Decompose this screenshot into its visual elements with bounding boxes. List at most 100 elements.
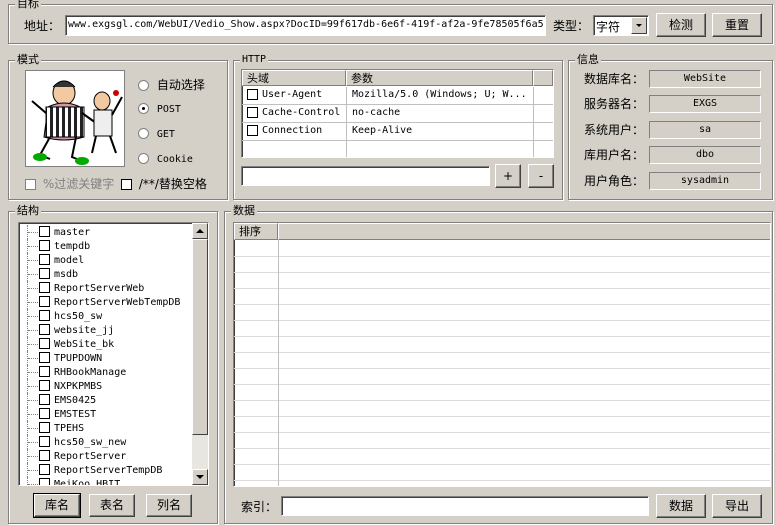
tree-item[interactable]: ReportServerWeb — [19, 281, 191, 295]
data-grid-row[interactable] — [234, 448, 770, 465]
data-grid-row[interactable] — [234, 336, 770, 353]
tree-item-checkbox[interactable] — [39, 296, 50, 307]
scroll-down-arrow-icon[interactable] — [192, 469, 208, 485]
tree-item[interactable]: MeiKoo_HBIT — [19, 477, 191, 485]
radio-post[interactable]: POST — [138, 101, 181, 115]
http-headers-table[interactable]: 头域 参数 User-Agent Mozilla/5.0 (Windows; U… — [241, 69, 554, 158]
filter-keyword-box[interactable] — [25, 179, 36, 190]
http-row-checkbox[interactable] — [247, 125, 258, 136]
scroll-up-arrow-icon[interactable] — [192, 223, 208, 239]
http-row-checkbox[interactable] — [247, 89, 258, 100]
http-row-checkbox[interactable] — [247, 107, 258, 118]
scroll-thumb[interactable] — [192, 239, 208, 435]
http-remove-button[interactable]: - — [528, 164, 554, 188]
radio-get[interactable]: GET — [138, 126, 175, 140]
tree-item[interactable]: master — [19, 225, 191, 239]
table-name-button[interactable]: 表名 — [89, 494, 135, 517]
tree-item[interactable]: tempdb — [19, 239, 191, 253]
tree-item[interactable]: NXPKPMBS — [19, 379, 191, 393]
reset-button[interactable]: 重置 — [712, 13, 762, 37]
db-name-button[interactable]: 库名 — [33, 493, 81, 518]
http-col-param[interactable]: 参数 — [346, 70, 533, 86]
address-input-value: www.exgsgl.com/WebUI/Vedio_Show.aspx?Doc… — [68, 19, 544, 30]
tree-item-checkbox[interactable] — [39, 464, 50, 475]
dropdown-arrow-icon[interactable] — [631, 17, 647, 34]
tree-item-checkbox[interactable] — [39, 352, 50, 363]
index-input[interactable] — [281, 496, 649, 516]
data-grid-row[interactable] — [234, 304, 770, 321]
radio-post-circle[interactable] — [138, 103, 149, 114]
filter-keyword-checkbox[interactable]: %过滤关键字 — [25, 175, 114, 192]
tree-item-checkbox[interactable] — [39, 366, 50, 377]
address-input[interactable]: www.exgsgl.com/WebUI/Vedio_Show.aspx?Doc… — [65, 15, 546, 36]
tree-item-checkbox[interactable] — [39, 268, 50, 279]
tree-item[interactable]: RHBookManage — [19, 365, 191, 379]
tree-item-checkbox[interactable] — [39, 436, 50, 447]
type-select[interactable]: 字符 — [593, 15, 649, 36]
data-grid-row[interactable] — [234, 256, 770, 273]
data-grid-row[interactable] — [234, 352, 770, 369]
tree-connector-h — [28, 400, 38, 401]
http-row[interactable]: Connection Keep-Alive — [242, 123, 553, 141]
tree-item-checkbox[interactable] — [39, 380, 50, 391]
data-grid-row[interactable] — [234, 464, 770, 481]
http-add-button[interactable]: + — [495, 164, 521, 188]
http-new-header-input[interactable] — [241, 166, 490, 186]
tree-item[interactable]: ReportServerWebTempDB — [19, 295, 191, 309]
tree-item[interactable]: EMS0425 — [19, 393, 191, 407]
column-name-button[interactable]: 列名 — [146, 494, 192, 517]
radio-cookie-circle[interactable] — [138, 153, 149, 164]
radio-auto[interactable]: 自动选择 — [138, 76, 205, 93]
http-row-header: User-Agent — [262, 89, 323, 100]
tree-item[interactable]: EMSTEST — [19, 407, 191, 421]
data-grid-row[interactable] — [234, 384, 770, 401]
radio-cookie[interactable]: Cookie — [138, 151, 193, 165]
data-grid-row[interactable] — [234, 416, 770, 433]
tree-item-checkbox[interactable] — [39, 324, 50, 335]
tree-item[interactable]: hcs50_sw_new — [19, 435, 191, 449]
tree-item-checkbox[interactable] — [39, 282, 50, 293]
tree-item[interactable]: hcs50_sw — [19, 309, 191, 323]
replace-space-box[interactable] — [121, 179, 132, 190]
data-grid-row[interactable] — [234, 240, 770, 257]
radio-get-circle[interactable] — [138, 128, 149, 139]
tree-item[interactable]: msdb — [19, 267, 191, 281]
tree-item[interactable]: ReportServerTempDB — [19, 463, 191, 477]
tree-item[interactable]: ReportServer — [19, 449, 191, 463]
structure-scrollbar[interactable] — [192, 223, 208, 485]
tree-item-checkbox[interactable] — [39, 394, 50, 405]
tree-item-checkbox[interactable] — [39, 310, 50, 321]
tree-item-checkbox[interactable] — [39, 254, 50, 265]
data-grid-row[interactable] — [234, 272, 770, 289]
data-button[interactable]: 数据 — [656, 494, 706, 518]
data-grid[interactable]: 排序 — [233, 222, 771, 487]
tree-item[interactable]: TPEHS — [19, 421, 191, 435]
tree-item[interactable]: website_jj — [19, 323, 191, 337]
http-row[interactable]: Cache-Control no-cache — [242, 105, 553, 123]
replace-space-label: /**/替换空格 — [138, 177, 207, 191]
tree-item-checkbox[interactable] — [39, 422, 50, 433]
tree-item[interactable]: model — [19, 253, 191, 267]
tree-item-checkbox[interactable] — [39, 478, 50, 485]
tree-item[interactable]: WebSite_bk — [19, 337, 191, 351]
replace-space-checkbox[interactable]: /**/替换空格 — [121, 175, 207, 192]
data-grid-row[interactable] — [234, 432, 770, 449]
tree-item-checkbox[interactable] — [39, 240, 50, 251]
tree-item-checkbox[interactable] — [39, 338, 50, 349]
data-grid-row[interactable] — [234, 288, 770, 305]
structure-tree[interactable]: master tempdb model msdb ReportServerWeb Repo… — [18, 222, 209, 486]
data-col-sort[interactable]: 排序 — [234, 223, 278, 240]
data-grid-row[interactable] — [234, 400, 770, 417]
data-grid-row[interactable] — [234, 320, 770, 337]
tree-item-checkbox[interactable] — [39, 450, 50, 461]
tree-item-checkbox[interactable] — [39, 408, 50, 419]
tree-item-checkbox[interactable] — [39, 226, 50, 237]
data-grid-row[interactable] — [234, 368, 770, 385]
tree-item-label: EMS0425 — [54, 395, 97, 406]
export-button[interactable]: 导出 — [712, 494, 762, 518]
http-row[interactable]: User-Agent Mozilla/5.0 (Windows; U; W... — [242, 87, 553, 105]
http-col-header[interactable]: 头域 — [242, 70, 346, 86]
detect-button[interactable]: 检测 — [656, 13, 706, 37]
radio-auto-circle[interactable] — [138, 80, 149, 91]
tree-item[interactable]: TPUPDOWN — [19, 351, 191, 365]
